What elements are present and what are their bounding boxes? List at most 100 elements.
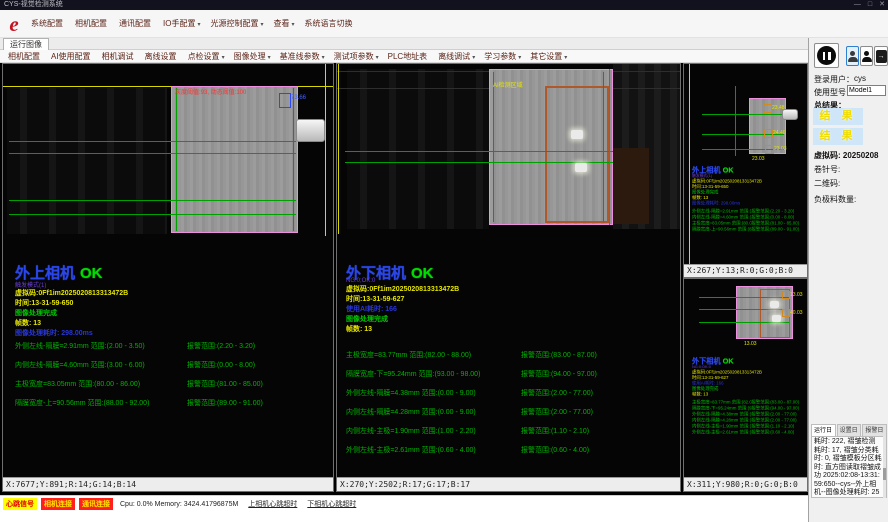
frames-line: 帧数: 13 — [692, 392, 808, 398]
tab-settings-log[interactable]: 设置日志 — [837, 424, 862, 436]
log-content: 耗时: 222, 褶皱检测耗时: 17, 褶皱分类耗时: 0, 褶皱模板分区耗时… — [811, 436, 887, 498]
toolbar-item[interactable]: PLC地址表 — [388, 51, 430, 62]
edge-blue-line — [609, 69, 610, 225]
weld-spot — [575, 163, 587, 172]
cursor-status-line: X:270;Y:2502;R:17;G:17;B:17 — [337, 477, 680, 491]
detect-box-value: 23.03 — [774, 146, 787, 152]
tab-run-log[interactable]: 运行日志 — [811, 424, 836, 436]
toolbar-item[interactable]: 点检设置▾ — [188, 51, 225, 62]
login-user-button[interactable] — [846, 46, 859, 66]
elapsed-line: 图像处理耗时: 298.00ms — [692, 201, 808, 207]
result-box-lower: 结 果 — [813, 128, 863, 145]
measure-green-line — [345, 162, 613, 163]
menu-item[interactable]: 查看▾ — [273, 18, 294, 29]
menu-item[interactable]: 通讯配置 — [119, 18, 153, 29]
detect-box — [763, 104, 772, 113]
toolbar-item[interactable]: 相机调试 — [102, 51, 136, 62]
measure-green-line — [345, 151, 613, 152]
chevron-down-icon: ▾ — [197, 22, 200, 28]
measurement-row: 隔膜宽度-上=90.56mm 范围:(88.00 - 92.00)报警范围:(8… — [692, 226, 808, 232]
toolbar-item[interactable]: 相机配置 — [8, 51, 42, 62]
switch-user-button[interactable] — [860, 46, 873, 66]
gripper-clip — [296, 119, 325, 142]
measure-blue-box — [279, 93, 291, 108]
minimize-button[interactable]: — — [854, 0, 861, 10]
virtual-code-label: 虚拟码: 20250208 — [814, 150, 879, 161]
login-user-value: cys — [854, 74, 866, 83]
pause-button[interactable] — [814, 43, 839, 68]
detect-box-value: 13.03 — [790, 292, 803, 298]
measurement-rows: 外侧左线-隔膜=2.91mm 范围:(2.00 - 3.50)报警范围:(2.2… — [15, 337, 263, 413]
login-user-label: 登录用户： — [814, 74, 854, 85]
image-footer-value: 13.03 — [744, 341, 757, 347]
chevron-down-icon: ▾ — [322, 55, 325, 61]
chevron-down-icon: ▾ — [376, 55, 379, 61]
measurement-rows: 主极宽度=83.77mm 范围:(82.00 - 88.00)报警范围:(83.… — [692, 399, 808, 435]
result-box-upper: 结 果 — [813, 108, 863, 125]
measurement-row: 隔膜宽度-上=90.56mm 范围:(88.00 - 92.00)报警范围:(8… — [15, 394, 263, 413]
model-input[interactable] — [847, 85, 886, 96]
chevron-down-icon: ▾ — [268, 55, 271, 61]
cursor-status-line: X:267;Y:13;R:0;G:0;B:0 — [684, 264, 807, 277]
measurement-row: 主极宽度=83.05mm 范围:(80.00 - 86.00)报警范围:(81.… — [15, 375, 263, 394]
edge-yellow-line — [325, 64, 326, 236]
right-control-panel: → 登录用户： cys 使用型号： 总结果： 结 果 结 果 虚拟码: 2025… — [808, 38, 888, 522]
upper-camera-heartbeat-status: 上相机心跳超时 — [248, 499, 297, 509]
weld-spot — [772, 315, 781, 322]
toolbar-item[interactable]: 测试项参数▾ — [334, 51, 379, 62]
menu-item[interactable]: 系统配置 — [31, 18, 65, 29]
menu-item[interactable]: 相机配置 — [75, 18, 109, 29]
toolbar-item[interactable]: 其它设置▾ — [530, 51, 567, 62]
measurement-row: 外侧左线-隔膜=4.38mm 范围:(0.00 - 9.00)报警范围:(2.0… — [346, 384, 597, 403]
detect-box — [782, 309, 790, 317]
measurement-row: 外侧左线-隔膜=2.91mm 范围:(2.00 - 3.50)报警范围:(2.2… — [15, 337, 263, 356]
toolbar-item[interactable]: 学习参数▾ — [484, 51, 521, 62]
exit-button[interactable]: → — [874, 46, 888, 66]
tab-run-image[interactable]: 运行图像 — [3, 38, 49, 50]
menu-item[interactable]: 光源控制配置▾ — [210, 18, 263, 29]
toolbar-item[interactable]: 基准线参数▾ — [280, 51, 325, 62]
toolbar-item[interactable]: 离线设置 — [145, 51, 179, 62]
edge-green-line — [293, 88, 294, 231]
edge-green-line — [603, 72, 604, 222]
tab-alarm-log[interactable]: 报警日志 — [862, 424, 887, 436]
cursor-status-line: X:7677;Y:891;R:14;G:14;B:14 — [3, 477, 333, 491]
threshold-overlay-label: 灰度阈值:93, 动态阈值:100 — [175, 87, 246, 96]
chevron-down-icon: ▾ — [222, 55, 225, 61]
log-scrollbar[interactable] — [883, 436, 886, 498]
done-line: 图像处理完成 — [15, 308, 57, 318]
camera-view-lower: AI检测区域 外下相机OK NG:0;OK:0 虚拟码:0Ff1im202502… — [336, 63, 681, 492]
measure-green-line — [9, 200, 296, 201]
close-button[interactable]: ✕ — [879, 0, 885, 10]
menu-item[interactable]: IO手配置▾ — [163, 18, 200, 29]
edge-green-line — [735, 86, 736, 156]
edge-yellow-line — [338, 64, 339, 234]
tab-strip — [0, 38, 888, 50]
ai-detect-rect — [545, 86, 609, 223]
measurement-row: 主极宽度=83.77mm 范围:(82.00 - 88.00)报警范围:(83.… — [346, 346, 597, 365]
material-count-label: 负极料数量: — [814, 194, 856, 205]
mini-view-upper: 23.48 24.46 23.03 23.03 外上相机OK 触发模式(1) 虚… — [683, 63, 808, 278]
chevron-down-icon: ▾ — [564, 55, 567, 61]
maximize-button[interactable]: □ — [868, 0, 872, 10]
toolbar-item[interactable]: 离线调试▾ — [438, 51, 475, 62]
measure-green-line — [702, 114, 784, 115]
measure-green-line — [9, 153, 296, 154]
chevron-down-icon: ▾ — [518, 55, 521, 61]
window-title-bar: CYS-视觉检测系统 — [0, 0, 888, 10]
detect-box-value: 24.46 — [773, 130, 786, 136]
toolbar-item[interactable]: AI使用配置 — [51, 51, 93, 62]
ai-area-label: AI检测区域 — [493, 80, 523, 89]
chevron-down-icon: ▾ — [260, 22, 263, 28]
inspection-image — [171, 86, 298, 233]
cursor-status-line: X:311;Y:980;R:0;G:0;B:0 — [684, 477, 807, 491]
menu-item[interactable]: 系统语言切换 — [305, 18, 355, 29]
camera-title: 外上相机OK — [692, 164, 808, 174]
measure-green-line — [9, 141, 296, 142]
measurement-row: 隔膜宽度-下=95.24mm 范围:(93.00 - 98.00)报警范围:(9… — [346, 365, 597, 384]
log-scrollbar-thumb[interactable] — [883, 468, 886, 480]
toolbar-item[interactable]: 图像处理▾ — [234, 51, 271, 62]
logout-icon: → — [876, 50, 887, 63]
camera-connection-badge: 相机连接 — [41, 498, 75, 510]
comm-connection-badge: 通讯连接 — [79, 498, 113, 510]
